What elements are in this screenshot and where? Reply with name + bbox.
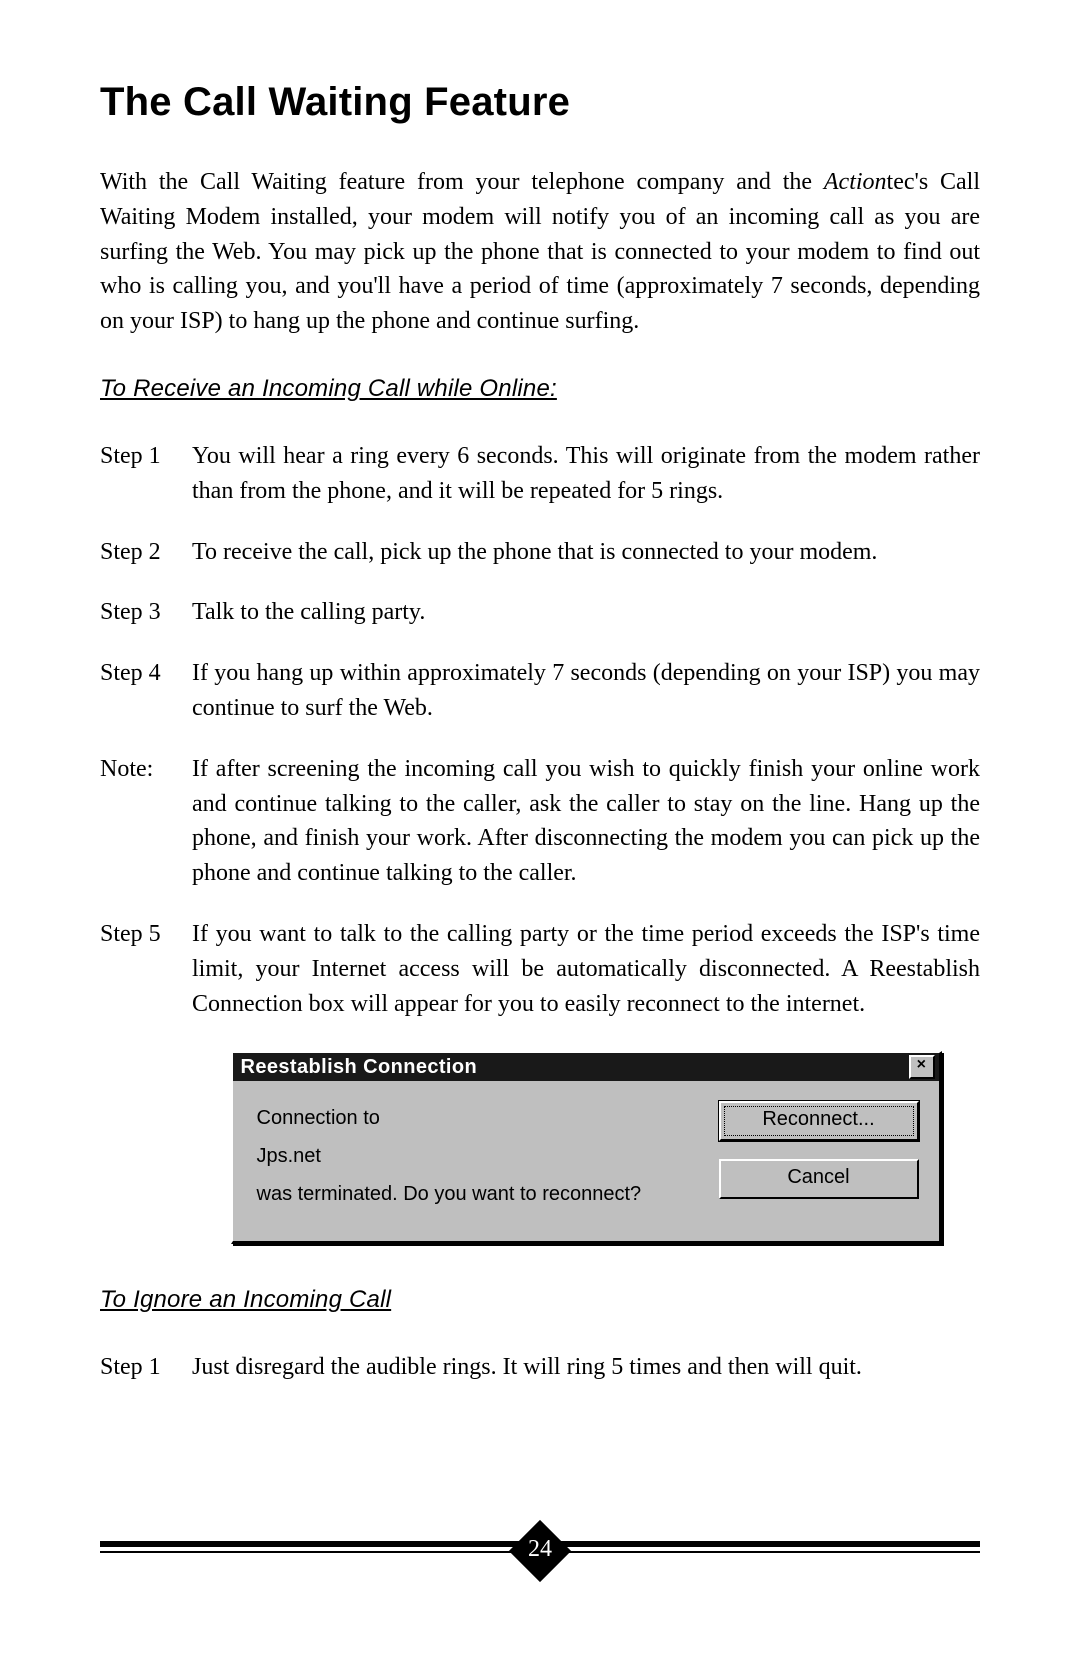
intro-paragraph: With the Call Waiting feature from your … <box>100 165 980 339</box>
intro-prefix: With the Call Waiting feature from your … <box>100 169 824 195</box>
step-label: Step 5 <box>100 917 192 1021</box>
step-label: Step 2 <box>100 535 192 570</box>
step-text: If after screening the incoming call you… <box>192 752 980 891</box>
step-text: You will hear a ring every 6 seconds. Th… <box>192 439 980 509</box>
step-label: Note: <box>100 752 192 891</box>
dialog-titlebar: Reestablish Connection × <box>233 1053 939 1081</box>
dialog-line: Connection to <box>257 1099 695 1137</box>
steps-ignore: Step 1 Just disregard the audible rings.… <box>100 1350 980 1385</box>
dialog-line: was terminated. Do you want to reconnect… <box>257 1175 695 1213</box>
cancel-button[interactable]: Cancel <box>719 1159 919 1199</box>
step-text: If you want to talk to the calling party… <box>192 917 980 1021</box>
dialog-title: Reestablish Connection <box>241 1056 478 1079</box>
step-label: Step 1 <box>100 1350 192 1385</box>
page-title: The Call Waiting Feature <box>100 80 980 125</box>
section-heading-ignore: To Ignore an Incoming Call <box>100 1286 980 1314</box>
step-text: To receive the call, pick up the phone t… <box>192 535 980 570</box>
step-label: Step 4 <box>100 656 192 726</box>
page-footer: 24 <box>100 1533 980 1579</box>
step-label: Step 1 <box>100 439 192 509</box>
dialog-message: Connection to Jps.net was terminated. Do… <box>257 1099 695 1213</box>
steps-receive: Step 1 You will hear a ring every 6 seco… <box>100 439 980 1021</box>
page-body: The Call Waiting Feature With the Call W… <box>100 80 980 1669</box>
step-text: Talk to the calling party. <box>192 595 980 630</box>
step-row: Step 4 If you hang up within approximate… <box>100 656 980 726</box>
dialog-line: Jps.net <box>257 1137 695 1175</box>
step-text: Just disregard the audible rings. It wil… <box>192 1350 980 1385</box>
reestablish-connection-dialog: Reestablish Connection × Connection to J… <box>231 1051 942 1244</box>
section-heading-receive: To Receive an Incoming Call while Online… <box>100 375 980 403</box>
step-text: If you hang up within approximately 7 se… <box>192 656 980 726</box>
page-number: 24 <box>528 1536 552 1563</box>
brand-italic: Action <box>824 169 887 195</box>
dialog-wrapper: Reestablish Connection × Connection to J… <box>192 1051 980 1244</box>
dialog-body: Connection to Jps.net was terminated. Do… <box>233 1081 939 1241</box>
reconnect-button[interactable]: Reconnect... <box>719 1101 919 1141</box>
step-row: Step 1 Just disregard the audible rings.… <box>100 1350 980 1385</box>
dialog-button-column: Reconnect... Cancel <box>719 1099 919 1213</box>
step-row: Step 2 To receive the call, pick up the … <box>100 535 980 570</box>
step-row: Step 1 You will hear a ring every 6 seco… <box>100 439 980 509</box>
step-label: Step 3 <box>100 595 192 630</box>
close-icon[interactable]: × <box>909 1055 935 1079</box>
step-row: Note: If after screening the incoming ca… <box>100 752 980 891</box>
step-row: Step 3 Talk to the calling party. <box>100 595 980 630</box>
step-row: Step 5 If you want to talk to the callin… <box>100 917 980 1021</box>
